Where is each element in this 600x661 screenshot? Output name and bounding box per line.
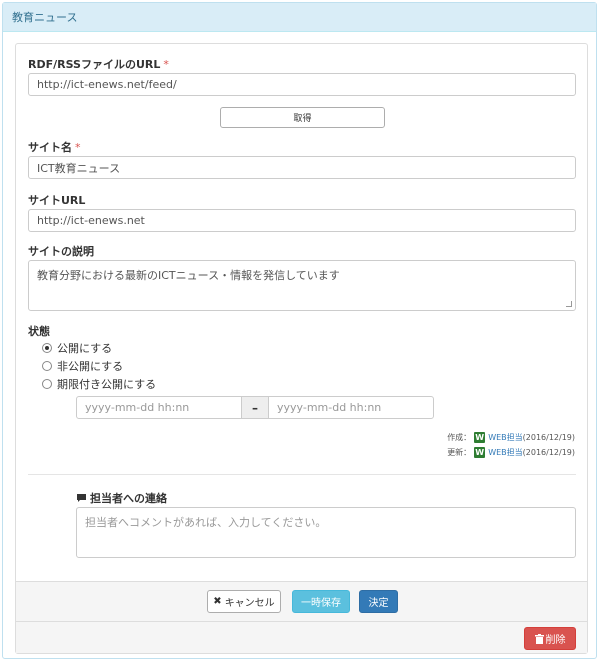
site-url-input[interactable]: http://ict-enews.net: [28, 209, 576, 232]
delete-label: 削除: [545, 635, 566, 646]
date-end-input[interactable]: yyyy-mm-dd hh:nn: [268, 396, 434, 419]
decide-button[interactable]: 決定: [359, 590, 398, 613]
required-mark: *: [75, 141, 81, 154]
status-option-label: 期限付き公開にする: [57, 378, 157, 391]
divider: [28, 474, 576, 475]
delete-button[interactable]: 削除: [524, 627, 576, 650]
site-name-value: ICT教育ニュース: [37, 161, 121, 175]
updated-label: 更新：: [447, 448, 472, 457]
status-label: 状態: [28, 325, 50, 338]
created-info: 作成： W WEB担当 (2016/12/19): [447, 432, 575, 443]
status-option-label: 非公開にする: [57, 360, 124, 373]
status-option-private[interactable]: 非公開にする: [42, 358, 123, 374]
status-option-limited[interactable]: 期限付き公開にする: [42, 376, 156, 392]
radio-unchecked-icon[interactable]: [42, 379, 52, 389]
radio-checked-icon[interactable]: [42, 343, 52, 353]
site-url-label: サイトURL: [28, 194, 86, 207]
contact-label-text: 担当者への連絡: [90, 492, 167, 505]
close-icon: ✖: [213, 596, 222, 607]
radio-unchecked-icon[interactable]: [42, 361, 52, 371]
user-badge-icon: W: [474, 432, 486, 443]
created-date: (2016/12/19): [522, 433, 575, 442]
rss-url-value: http://ict-enews.net/feed/: [37, 78, 177, 91]
date-end-placeholder: yyyy-mm-dd hh:nn: [277, 401, 382, 414]
action-bar: ✖ キャンセル 一時保存 決定: [16, 581, 587, 621]
resize-handle-icon[interactable]: [566, 301, 572, 307]
site-name-input[interactable]: ICT教育ニュース: [28, 156, 576, 179]
created-label: 作成：: [447, 433, 472, 442]
site-desc-textarea[interactable]: 教育分野における最新のICTニュース・情報を発信しています: [28, 260, 576, 311]
delete-bar: 削除: [16, 621, 587, 653]
site-desc-value: 教育分野における最新のICTニュース・情報を発信しています: [37, 269, 340, 282]
temp-save-button[interactable]: 一時保存: [292, 590, 350, 613]
date-start-input[interactable]: yyyy-mm-dd hh:nn: [76, 396, 242, 419]
date-range-separator: –: [241, 396, 269, 419]
fetch-button[interactable]: 取得: [220, 107, 385, 128]
rss-url-input[interactable]: http://ict-enews.net/feed/: [28, 73, 576, 96]
cancel-label: キャンセル: [224, 598, 275, 609]
rss-url-label-text: RDF/RSSファイルのURL: [28, 58, 161, 71]
panel-title: 教育ニュース: [3, 3, 596, 32]
cancel-button[interactable]: ✖ キャンセル: [207, 590, 281, 613]
contact-placeholder: 担当者へコメントがあれば、入力してください。: [85, 516, 327, 529]
created-user-link[interactable]: WEB担当: [488, 432, 522, 443]
updated-info: 更新： W WEB担当 (2016/12/19): [447, 447, 575, 458]
site-name-label: サイト名 *: [28, 139, 81, 155]
contact-textarea[interactable]: 担当者へコメントがあれば、入力してください。: [76, 507, 576, 558]
required-mark: *: [163, 58, 169, 71]
site-desc-label: サイトの説明: [28, 245, 94, 258]
updated-user-link[interactable]: WEB担当: [488, 447, 522, 458]
rss-url-label: RDF/RSSファイルのURL *: [28, 56, 169, 72]
trash-icon: [534, 633, 544, 644]
news-panel: 教育ニュース RDF/RSSファイルのURL * http://ict-enews…: [2, 2, 597, 659]
site-url-value: http://ict-enews.net: [37, 214, 145, 227]
date-start-placeholder: yyyy-mm-dd hh:nn: [85, 401, 190, 414]
status-option-public[interactable]: 公開にする: [42, 340, 112, 356]
user-badge-icon: W: [474, 447, 486, 458]
contact-label: 担当者への連絡: [76, 490, 167, 506]
edit-form: RDF/RSSファイルのURL * http://ict-enews.net/fe…: [15, 43, 588, 654]
comment-icon: [77, 494, 86, 502]
site-name-label-text: サイト名: [28, 141, 72, 154]
status-option-label: 公開にする: [57, 342, 113, 355]
updated-date: (2016/12/19): [522, 448, 575, 457]
